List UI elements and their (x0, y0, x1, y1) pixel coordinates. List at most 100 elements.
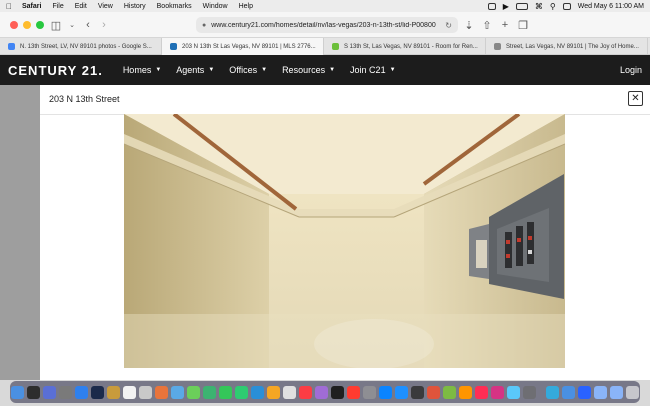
nav-agents[interactable]: Agents ▼ (176, 65, 214, 75)
menu-clock[interactable]: Wed May 6 11:00 AM (578, 3, 644, 10)
site-nav: CENTURY 21. Homes ▼ Agents ▼ Offices ▼ Reso… (0, 55, 650, 85)
tab-label: 203 N 13th St Las Vegas, NV 89101 | MLS … (182, 43, 316, 50)
dock-app-icon[interactable] (523, 385, 536, 399)
dock-app-icon[interactable] (491, 385, 504, 399)
new-tab-icon[interactable]: + (497, 17, 513, 33)
dock-app-icon[interactable] (91, 385, 104, 399)
modal-title: 203 N 13th Street (49, 94, 120, 104)
tab-label: S 13th St, Las Vegas, NV 89101 - Room fo… (344, 43, 478, 50)
chevron-down-icon: ▼ (389, 67, 396, 73)
century21-logo[interactable]: CENTURY 21. (8, 63, 103, 78)
dock-app-icon[interactable] (331, 385, 344, 399)
dock-app-icon[interactable] (155, 385, 168, 399)
tab-century21[interactable]: 203 N 13th St Las Vegas, NV 89101 | MLS … (162, 38, 324, 55)
reload-icon[interactable]: ↻ (445, 21, 452, 30)
apple-icon[interactable]:  (6, 2, 14, 11)
dock-app-icon[interactable] (562, 385, 575, 399)
menu-history[interactable]: History (124, 3, 146, 10)
tab-label: N. 13th Street, LV, NV 89101 photos - Go… (20, 43, 152, 50)
search-icon[interactable]: ⚲ (550, 2, 556, 11)
control-center-icon[interactable] (562, 2, 571, 10)
dock-app-icon[interactable] (203, 385, 216, 399)
nav-offices[interactable]: Offices ▼ (229, 65, 267, 75)
nav-label: Resources (282, 65, 326, 75)
dock-app-icon[interactable] (315, 385, 328, 399)
tab-bar: N. 13th Street, LV, NV 89101 photos - Go… (0, 38, 650, 55)
dock-app-icon[interactable] (363, 385, 376, 399)
nav-label: Homes (122, 65, 152, 75)
dock-app-icon[interactable] (379, 385, 392, 399)
dock-app-icon[interactable] (171, 385, 184, 399)
dock-app-icon[interactable] (626, 385, 639, 399)
tab-google[interactable]: N. 13th Street, LV, NV 89101 photos - Go… (0, 38, 162, 55)
dock-app-icon[interactable] (411, 385, 424, 399)
dock-app-icon[interactable] (187, 385, 200, 399)
downloads-icon[interactable]: ⇣ (461, 17, 477, 33)
tab-joy-of-home[interactable]: Street, Las Vegas, NV 89101 | The Joy of… (486, 38, 648, 55)
forward-button[interactable]: › (96, 17, 112, 33)
address-url[interactable]: www.century21.com/homes/detail/nv/las-ve… (211, 22, 441, 29)
dock-app-icon[interactable] (594, 385, 607, 399)
dock-app-icon[interactable] (107, 385, 120, 399)
dock-app-icon[interactable] (251, 385, 264, 399)
nav-join-c21[interactable]: Join C21 ▼ (350, 65, 395, 75)
dock-app-icon[interactable] (427, 385, 440, 399)
menu-window[interactable]: Window (203, 3, 228, 10)
tab-room-for-rent[interactable]: S 13th St, Las Vegas, NV 89101 - Room fo… (324, 38, 486, 55)
dock-app-icon[interactable] (11, 385, 24, 399)
menu-edit[interactable]: Edit (75, 3, 87, 10)
menu-help[interactable]: Help (239, 3, 253, 10)
address-bar[interactable]: ● www.century21.com/homes/detail/nv/las-… (196, 17, 458, 33)
bluetooth-icon[interactable]: ▶ (503, 2, 509, 11)
share-icon[interactable]: ⇧ (479, 17, 495, 33)
dock-app-icon[interactable] (546, 385, 559, 399)
century21-favicon-icon (170, 43, 177, 50)
dock-app-icon[interactable] (283, 385, 296, 399)
dock-app-icon[interactable] (27, 385, 40, 399)
dock-app-icon[interactable] (610, 385, 623, 399)
dock-app-icon[interactable] (395, 385, 408, 399)
minimize-window-button[interactable] (23, 21, 31, 29)
dock-app-icon[interactable] (123, 385, 136, 399)
sidebar-icon[interactable]: ◫ (48, 17, 64, 33)
dock-app-icon[interactable] (235, 385, 248, 399)
google-favicon-icon (8, 43, 15, 50)
nav-resources[interactable]: Resources ▼ (282, 65, 335, 75)
dock-app-icon[interactable] (507, 385, 520, 399)
menu-view[interactable]: View (98, 3, 113, 10)
dock-app-icon[interactable] (443, 385, 456, 399)
chevron-down-icon: ▼ (155, 67, 162, 73)
dock-app-icon[interactable] (59, 385, 72, 399)
lock-icon: ● (202, 21, 207, 29)
chevron-down-icon: ▼ (208, 67, 215, 73)
dock-app-icon[interactable] (578, 385, 591, 399)
tab-overview-icon[interactable]: ❐ (515, 17, 531, 33)
status-icon[interactable] (487, 2, 496, 10)
close-button[interactable]: ✕ (628, 91, 643, 106)
dock (10, 381, 640, 403)
nav-homes[interactable]: Homes ▼ (123, 65, 161, 75)
menu-bookmarks[interactable]: Bookmarks (157, 3, 192, 10)
dock-app-icon[interactable] (475, 385, 488, 399)
battery-icon[interactable] (515, 2, 528, 10)
listing-photo[interactable] (124, 114, 565, 368)
dock-app-icon[interactable] (219, 385, 232, 399)
dock-app-icon[interactable] (459, 385, 472, 399)
login-link[interactable]: Login (620, 65, 642, 75)
wifi-icon[interactable]: ⌘ (535, 2, 543, 11)
close-icon: ✕ (631, 92, 640, 104)
dock-app-icon[interactable] (75, 385, 88, 399)
menu-safari[interactable]: Safari (22, 3, 41, 10)
menu-file[interactable]: File (52, 3, 63, 10)
dock-app-icon[interactable] (267, 385, 280, 399)
close-window-button[interactable] (10, 21, 18, 29)
dock-app-icon[interactable] (299, 385, 312, 399)
dock-app-icon[interactable] (139, 385, 152, 399)
room-favicon-icon (332, 43, 339, 50)
chevron-down-icon[interactable]: ⌄ (64, 17, 80, 33)
dock-app-icon[interactable] (347, 385, 360, 399)
back-button[interactable]: ‹ (80, 17, 96, 33)
zoom-window-button[interactable] (36, 21, 44, 29)
menu-bar:  Safari File Edit View History Bookmark… (0, 0, 650, 12)
dock-app-icon[interactable] (43, 385, 56, 399)
